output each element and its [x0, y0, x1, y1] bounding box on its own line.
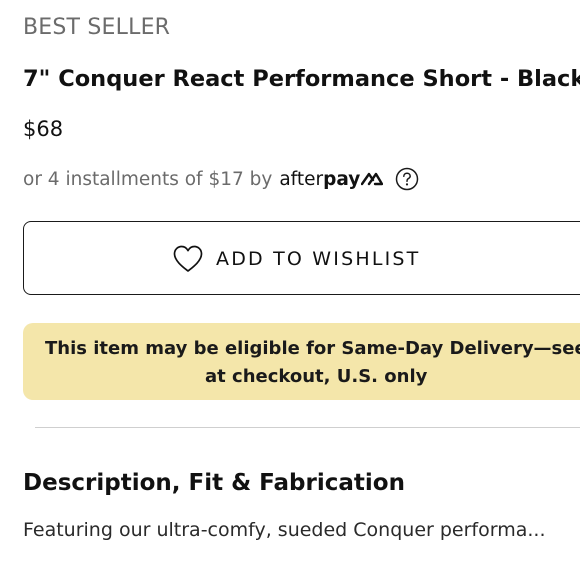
product-price: $68: [23, 117, 64, 141]
afterpay-arrows-icon: [361, 172, 384, 186]
afterpay-word: after: [279, 168, 324, 190]
wishlist-content: ADD TO WISHLIST: [172, 222, 421, 296]
heart-outline-icon: [172, 244, 204, 274]
description-snippet: Featuring our ultra-comfy, sueded Conque…: [23, 519, 546, 541]
afterpay-word-bold: pay: [323, 168, 361, 190]
description-heading[interactable]: Description, Fit & Fabrication: [23, 470, 405, 496]
question-circle-icon[interactable]: [395, 167, 419, 191]
installments-row: or 4 installments of $17 by after pay: [23, 166, 419, 192]
product-detail-page: BEST SELLER 7" Conquer React Performance…: [0, 0, 580, 580]
product-title: 7" Conquer React Performance Short - Bla…: [23, 66, 580, 92]
delivery-text-line-1: This item may be eligible for Same-Day D…: [45, 338, 580, 359]
afterpay-logo: after pay: [279, 168, 384, 190]
wishlist-label: ADD TO WISHLIST: [216, 248, 421, 270]
same-day-delivery-banner: This item may be eligible for Same-Day D…: [23, 323, 580, 400]
section-divider: [35, 427, 580, 428]
add-to-wishlist-button[interactable]: ADD TO WISHLIST: [23, 221, 580, 295]
best-seller-badge: BEST SELLER: [23, 15, 171, 40]
delivery-text-line-2: at checkout, U.S. only: [205, 366, 428, 387]
installments-text: or 4 installments of $17 by: [23, 168, 273, 190]
